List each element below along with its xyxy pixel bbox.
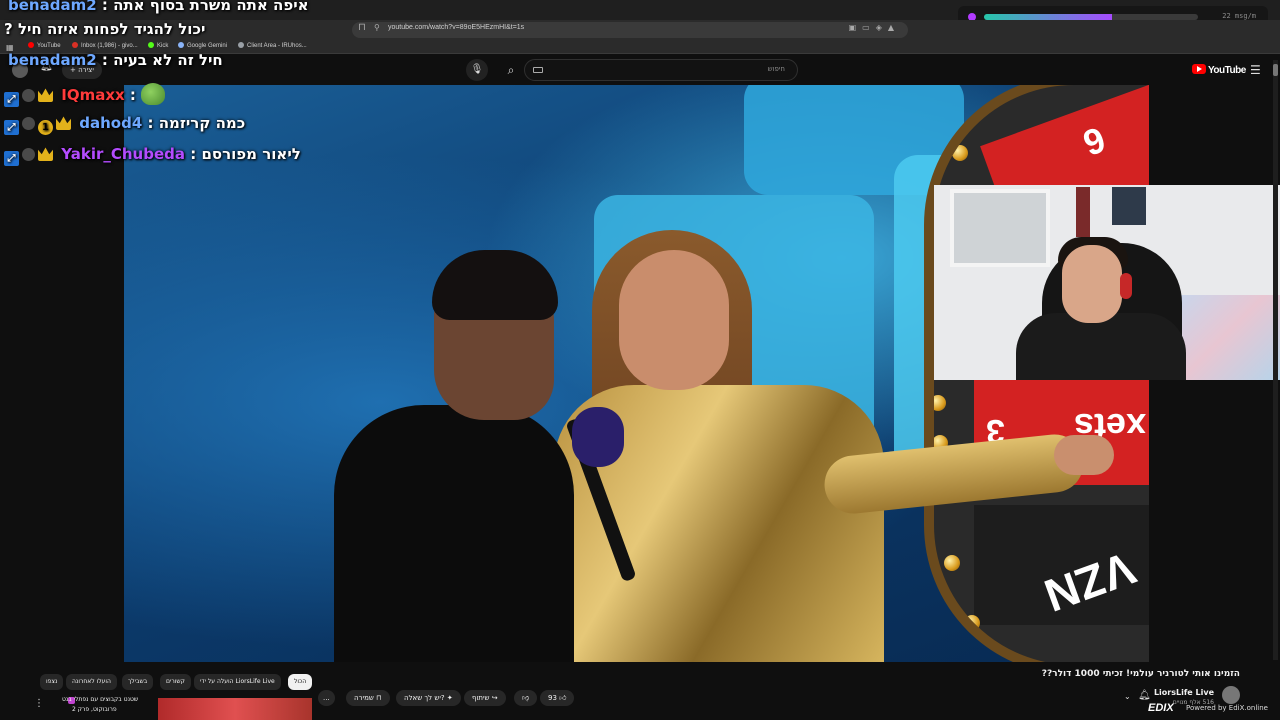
- url-field[interactable]: ⊓ ⚲ youtube.com/watch?v=89oE5HEzmHI&t=1s…: [352, 22, 908, 38]
- streamer-body: [1016, 313, 1186, 380]
- guest-hair: [432, 250, 558, 320]
- save-button[interactable]: שמירה ⊓: [346, 690, 390, 706]
- presenter-hand: [1054, 435, 1114, 475]
- channel-name[interactable]: LiorsLife Live: [1154, 688, 1214, 697]
- chip-related[interactable]: קשורים: [160, 674, 191, 690]
- dislike-button[interactable]: 👎︎: [514, 690, 538, 706]
- gift-count-badge: 1: [38, 120, 53, 135]
- headset: [1120, 273, 1132, 299]
- streamer-face: [1062, 245, 1122, 323]
- more-actions-button[interactable]: ...: [318, 690, 335, 706]
- bookmark-icon: ⊓: [376, 694, 382, 702]
- chat-username: benadam2: [8, 0, 97, 14]
- chat-message: ⤢ Yakir_Chubeda : ליאור מפורסם: [4, 145, 301, 171]
- url-text: youtube.com/watch?v=89oE5HEzmHI&t=1s: [388, 24, 525, 31]
- recommended-title-line2[interactable]: פרובוקוט, פרק 2: [72, 706, 117, 713]
- url-action-icons[interactable]: ▣▭◈▲: [849, 23, 900, 32]
- chat-separator: :: [96, 0, 114, 14]
- guest-body: [334, 405, 574, 662]
- keyboard-icon[interactable]: [533, 67, 543, 73]
- more-options-icon[interactable]: ⋮: [34, 698, 44, 709]
- stats-text: 22 msg/m: [1222, 12, 1256, 20]
- chat-separator: :: [96, 51, 114, 69]
- site-info-icon[interactable]: ⚲: [374, 23, 380, 32]
- room-poster: [1112, 187, 1146, 225]
- scrollbar-thumb[interactable]: [1273, 64, 1278, 76]
- chat-separator: :: [124, 86, 142, 104]
- chip-watched[interactable]: נצפו: [40, 674, 64, 690]
- streamer-webcam: [934, 185, 1280, 380]
- chat-text: כמה קריזמה: [158, 114, 246, 132]
- microphone-head: [572, 407, 624, 467]
- youtube-play-icon: [1192, 64, 1206, 74]
- crown-icon: [38, 147, 53, 161]
- subscribe-bell-icon[interactable]: 🔔︎: [1138, 690, 1151, 701]
- chat-separator: :: [142, 114, 159, 132]
- chip-all[interactable]: הכול: [288, 674, 313, 690]
- chat-message: ⤢ 1 dahod4 : כמה קריזמה: [4, 114, 245, 140]
- wheel-bulb: [952, 145, 968, 161]
- guide-menu-icon[interactable]: ☰: [1250, 63, 1261, 77]
- chat-message: benadam2 : איפה אתה משרת בסוף אתה: [8, 0, 309, 22]
- voice-search-icon[interactable]: 🎙︎: [466, 59, 488, 81]
- crown-icon: [56, 116, 71, 130]
- room-poster: [1076, 187, 1090, 237]
- chevron-down-icon[interactable]: ⌄: [1124, 692, 1131, 701]
- crown-icon: [38, 88, 53, 102]
- page-scrollbar[interactable]: [1273, 60, 1278, 660]
- sparkle-icon: ✦: [446, 694, 453, 702]
- chat-text: ליאור מפורסם: [201, 145, 301, 163]
- search-placeholder: חיפוש: [767, 65, 785, 73]
- wheel-bulb: [944, 555, 960, 571]
- chip-recently-uploaded[interactable]: הועלו לאחרונה: [66, 674, 117, 690]
- chat-text: איפה אתה משרת בסוף אתה: [113, 0, 309, 14]
- bookmark-star-icon[interactable]: ⊓: [358, 22, 366, 33]
- search-input[interactable]: חיפוש: [524, 59, 798, 81]
- chat-text: ? יכול להגיד לפחות איזה חיל: [4, 20, 206, 38]
- like-button[interactable]: 93 👍︎: [540, 690, 575, 706]
- avatar-badge-icon: [22, 89, 35, 102]
- video-title: הזמינו אותי לטורניר עולמי! זכיתי 1000 דו…: [1041, 669, 1240, 679]
- edix-logo: EDIX: [1148, 702, 1174, 714]
- pepe-emote-icon: [141, 83, 166, 105]
- presenter-face: [619, 250, 729, 390]
- search-icon[interactable]: ⌕: [498, 59, 524, 81]
- room-window: [950, 189, 1050, 267]
- wheel-bulb: [964, 615, 980, 631]
- wheel-bulb: [934, 395, 946, 411]
- share-icon: ↪: [491, 694, 498, 702]
- verified-arrow-icon: ⤢: [4, 92, 19, 107]
- screen: 22 msg/m ⊓ ⚲ youtube.com/watch?v=89oE5HE…: [0, 0, 1280, 720]
- chip-for-you[interactable]: בשבילך: [122, 674, 154, 690]
- chat-username: dahod4: [79, 114, 143, 132]
- chat-message: benadam2 : חיל זה לא בעיה: [8, 51, 223, 77]
- chat-message: ? יכול להגיד לפחות איזה חיל: [4, 20, 205, 46]
- chat-separator: :: [185, 145, 202, 163]
- thumbs-up-icon: 👍︎: [559, 694, 567, 702]
- chat-text: חיל זה לא בעיה: [113, 51, 223, 69]
- chat-message: ⤢ IQmaxx :: [4, 83, 166, 109]
- chat-username: Yakir_Chubeda: [61, 145, 185, 163]
- avatar-badge-icon: [22, 117, 35, 130]
- edix-powered-by: Powered by EdiX.online: [1186, 704, 1268, 712]
- video-info-area: הזמינו אותי לטורניר עולמי! זכיתי 1000 דו…: [0, 662, 1280, 720]
- thumbs-down-icon: 👎︎: [522, 694, 530, 702]
- bookmark-client-area[interactable]: Client Area - IRUhos...: [238, 42, 307, 49]
- verified-arrow-icon: ⤢: [4, 151, 19, 166]
- share-button[interactable]: שיתוף ↪: [464, 690, 506, 706]
- recommended-title-line1[interactable]: שטנט בקבוצים עם נפתלי בנט: [62, 696, 138, 703]
- avatar-badge-icon: [22, 148, 35, 161]
- channel-avatar[interactable]: [1222, 686, 1240, 704]
- globe-icon: [238, 42, 244, 48]
- chat-username: IQmaxx: [61, 86, 125, 104]
- verified-arrow-icon: ⤢: [4, 120, 19, 135]
- recommended-thumbnail[interactable]: [158, 698, 312, 720]
- youtube-logo[interactable]: YouTube: [1192, 64, 1246, 76]
- chip-uploaded-by[interactable]: הועלה על ידי LiorsLife Live: [194, 674, 281, 690]
- chat-username: benadam2: [8, 51, 97, 69]
- ask-button[interactable]: יש לך שאלה? ✦: [396, 690, 461, 706]
